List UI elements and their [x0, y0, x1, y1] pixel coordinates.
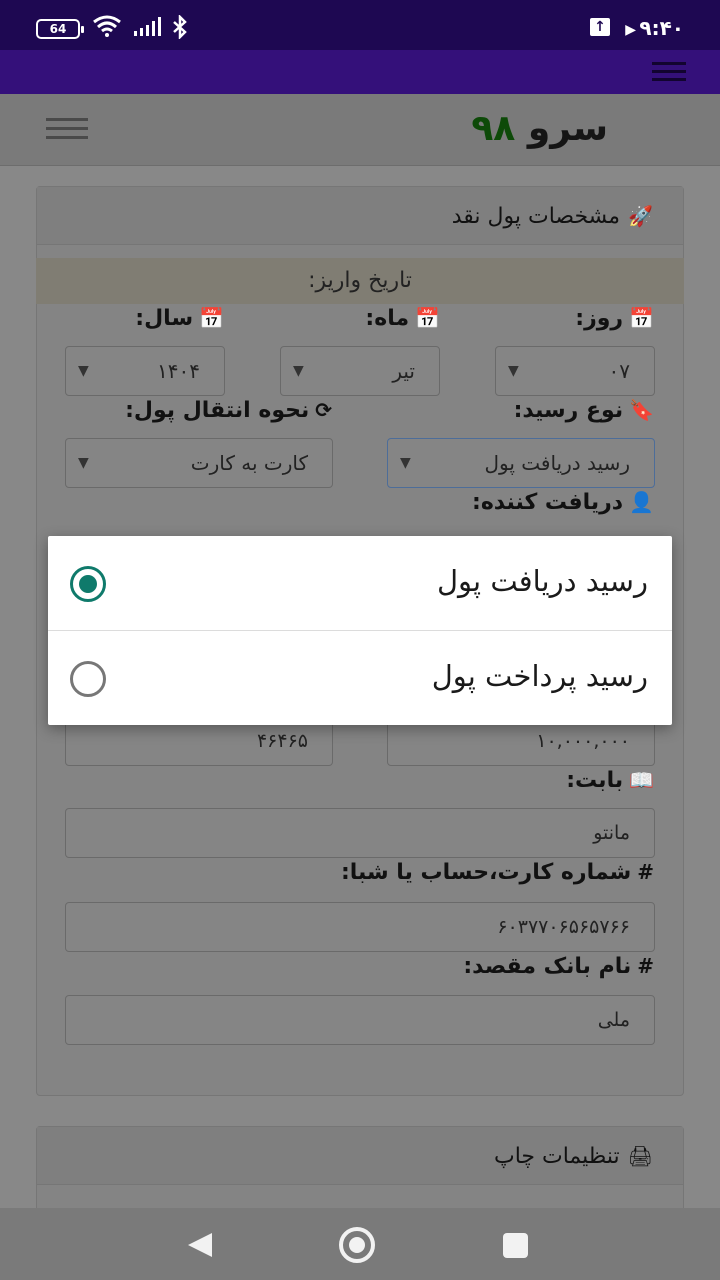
radio-unchecked-icon[interactable] — [70, 661, 106, 697]
hash-icon: # — [637, 860, 654, 884]
book-icon: 📖 — [629, 768, 654, 792]
month-label: 📅ماه: — [365, 306, 440, 331]
bank-name-label: #نام بانک مقصد: — [463, 954, 654, 979]
battery-icon: 64 — [36, 19, 84, 39]
option-payment-receipt[interactable]: رسید پرداخت پول — [48, 630, 672, 724]
print-settings-card: 🖨تنظیمات چاپ — [36, 1126, 684, 1216]
chevron-down-icon: ▼ — [78, 455, 89, 471]
status-bar: 64 ↑ ▶ ۹:۴۰ — [0, 0, 720, 50]
receiver-label: 👤دریافت کننده: — [472, 490, 654, 515]
print-card-header[interactable]: 🖨تنظیمات چاپ — [37, 1127, 683, 1185]
hash-icon: # — [637, 954, 654, 978]
system-nav-bar — [0, 1208, 720, 1280]
calendar-check-icon: 📅 — [415, 306, 440, 330]
top-nav — [0, 50, 720, 94]
cash-card-header: 🚀مشخصات پول نقد — [37, 187, 683, 245]
printer-icon: 🖨 — [627, 1144, 653, 1168]
app-header: سرو ۹۸ — [0, 94, 720, 166]
for-label: 📖بابت: — [566, 768, 654, 793]
wifi-icon — [92, 15, 122, 43]
receipt-type-dialog: رسید دریافت پول رسید پرداخت پول — [48, 536, 672, 725]
calendar-icon: 📅 — [629, 306, 654, 330]
refresh-icon: ⟳ — [315, 398, 332, 422]
menu-toggle-icon[interactable] — [46, 118, 88, 140]
upload-icon: ↑ — [590, 18, 610, 36]
option-receive-receipt[interactable]: رسید دریافت پول — [48, 536, 672, 630]
month-select[interactable]: تیر ▼ — [280, 346, 440, 396]
card-number-field[interactable]: ۶۰۳۷۷۰۶۵۶۵۷۶۶ — [65, 902, 655, 952]
bookmark-icon: 🔖 — [629, 398, 654, 422]
receipt-type-select[interactable]: رسید دریافت پول ▼ — [387, 438, 655, 488]
card-number-label: #شماره کارت،حساب یا شبا: — [340, 860, 654, 885]
year-label: 📅سال: — [135, 306, 224, 331]
menu-icon[interactable] — [652, 62, 686, 82]
calendar-x-icon: 📅 — [199, 306, 224, 330]
recent-apps-icon[interactable] — [503, 1233, 528, 1258]
transfer-method-label: ⟳نحوه انتقال پول: — [125, 398, 332, 423]
chevron-down-icon: ▼ — [508, 363, 519, 379]
transfer-method-select[interactable]: کارت به کارت ▼ — [65, 438, 333, 488]
rocket-icon: 🚀 — [628, 204, 653, 228]
chevron-down-icon: ▼ — [78, 363, 89, 379]
for-field[interactable]: مانتو — [65, 808, 655, 858]
user-icon: 👤 — [629, 490, 654, 514]
day-select[interactable]: ۰۷ ▼ — [495, 346, 655, 396]
play-icon: ▶ — [625, 22, 636, 38]
app-logo: سرو ۹۸ — [471, 108, 608, 149]
day-label: 📅روز: — [575, 306, 654, 331]
year-select[interactable]: ۱۴۰۴ ▼ — [65, 346, 225, 396]
chevron-down-icon: ▼ — [400, 455, 411, 471]
signal-icon — [132, 15, 162, 43]
back-icon[interactable] — [188, 1233, 212, 1257]
radio-checked-icon[interactable] — [70, 566, 106, 602]
chevron-down-icon: ▼ — [293, 363, 304, 379]
bluetooth-icon — [172, 13, 188, 45]
receipt-type-label: 🔖نوع رسید: — [513, 398, 654, 423]
bank-name-field[interactable]: ملی — [65, 995, 655, 1045]
deposit-date-bar: تاریخ واریز: — [36, 258, 684, 304]
home-icon[interactable] — [339, 1227, 375, 1263]
status-time: ۹:۴۰ — [639, 16, 684, 40]
